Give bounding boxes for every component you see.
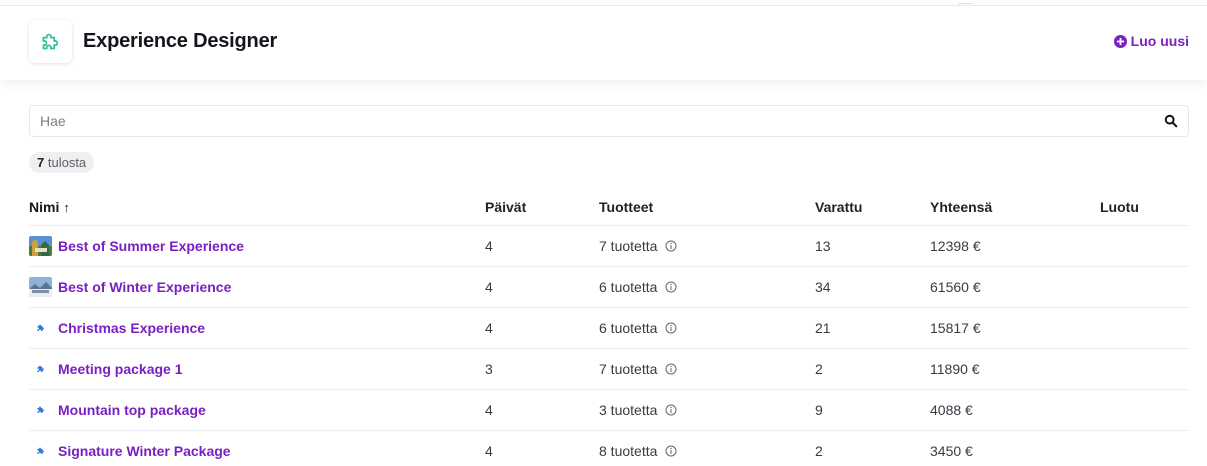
created-cell [1100,224,1189,266]
result-count-label: tulosta [47,155,87,170]
experience-link[interactable]: Meeting package 1 [58,361,183,377]
winter-photo-thumbnail [29,276,52,297]
products-cell: 3 tuotetta [599,401,658,418]
created-cell [1100,429,1189,466]
created-cell [1100,265,1189,307]
products-cell: 7 tuotetta [599,360,658,377]
info-icon[interactable] [665,281,677,293]
info-icon[interactable] [665,322,677,334]
column-header-created[interactable]: Luotu [1100,190,1189,225]
days-cell: 3 [485,347,599,389]
summer-photo-thumbnail [29,235,52,256]
products-cell: 6 tuotetta [599,278,658,295]
info-icon[interactable] [665,240,677,252]
puzzle-icon [42,33,58,49]
table-row: Signature Winter Package 4 8 tuotetta 2 … [29,429,1189,466]
booked-cell: 9 [815,388,930,430]
app-logo [29,20,72,63]
table-row: Christmas Experience 4 6 tuotetta 21 158… [29,306,1189,348]
plus-icon [1113,34,1127,48]
created-cell [1100,347,1189,389]
puzzle-icon [29,400,52,420]
search-input[interactable] [30,106,1150,136]
booked-cell: 2 [815,347,930,389]
app-header: Experience Designer Luo uusi [0,6,1207,80]
create-new-button[interactable]: Luo uusi [1113,33,1189,49]
experience-link[interactable]: Mountain top package [58,402,206,418]
created-cell [1100,306,1189,348]
total-cell: 4088 € [930,388,1100,430]
experience-link[interactable]: Signature Winter Package [58,443,231,459]
table-row: Mountain top package 4 3 tuotetta 9 4088… [29,388,1189,430]
result-count: 7 [37,155,45,170]
column-header-products[interactable]: Tuotteet [599,190,815,225]
total-cell: 61560 € [930,265,1100,307]
column-header-days[interactable]: Päivät [485,190,599,225]
table-header-row: Nimi ↑ Päivät Tuotteet Varattu Yhteensä L… [29,190,1189,225]
booked-cell: 21 [815,306,930,348]
days-cell: 4 [485,265,599,307]
days-cell: 4 [485,224,599,266]
info-icon[interactable] [665,404,677,416]
experiences-table: Nimi ↑ Päivät Tuotteet Varattu Yhteensä L… [29,190,1189,466]
table-row: Best of Winter Experience 4 6 tuotetta 3… [29,265,1189,307]
products-cell: 6 tuotetta [599,319,658,336]
booked-cell: 2 [815,429,930,466]
days-cell: 4 [485,388,599,430]
total-cell: 3450 € [930,429,1100,466]
days-cell: 4 [485,306,599,348]
total-cell: 12398 € [930,224,1100,266]
days-cell: 4 [485,429,599,466]
top-tick [958,0,972,4]
create-new-label: Luo uusi [1130,33,1189,49]
experience-link[interactable]: Christmas Experience [58,320,205,336]
total-cell: 11890 € [930,347,1100,389]
puzzle-icon [29,318,52,338]
column-header-booked[interactable]: Varattu [815,190,930,225]
products-cell: 7 tuotetta [599,237,658,254]
column-header-name-label: Nimi [29,199,60,216]
search-box [29,105,1189,137]
puzzle-icon [29,441,52,461]
booked-cell: 34 [815,265,930,307]
result-count-badge: 7 tulosta [29,152,95,173]
page-title: Experience Designer [83,30,278,52]
info-icon[interactable] [665,445,677,457]
booked-cell: 13 [815,224,930,266]
info-icon[interactable] [665,363,677,375]
search-icon[interactable] [1164,114,1178,128]
total-cell: 15817 € [930,306,1100,348]
table-row: Meeting package 1 3 7 tuotetta 2 11890 € [29,347,1189,389]
sort-ascending-icon: ↑ [63,200,70,216]
experience-link[interactable]: Best of Winter Experience [58,279,231,295]
experience-link[interactable]: Best of Summer Experience [58,238,244,254]
created-cell [1100,388,1189,430]
products-cell: 8 tuotetta [599,442,658,459]
column-header-name[interactable]: Nimi ↑ [29,190,485,225]
table-row: Best of Summer Experience 4 7 tuotetta 1… [29,224,1189,266]
puzzle-icon [29,359,52,379]
column-header-total[interactable]: Yhteensä [930,190,1100,225]
